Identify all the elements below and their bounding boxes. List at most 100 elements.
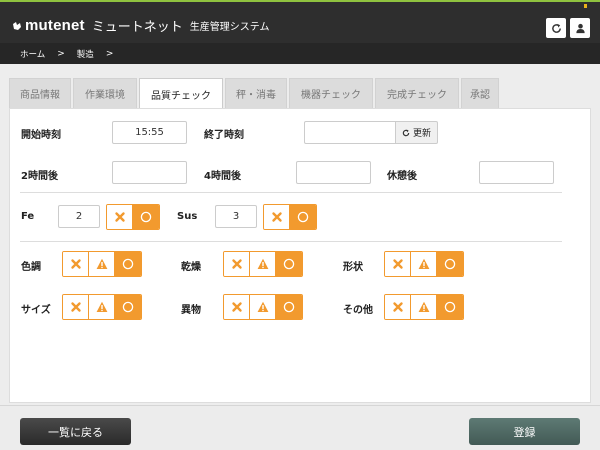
fe-check-toggle xyxy=(106,204,160,230)
check-label-color: 色調 xyxy=(21,262,41,273)
check-label-shape: 形状 xyxy=(343,262,363,273)
check-toggle-dryness xyxy=(223,251,303,277)
system-name: 生産管理システム xyxy=(189,22,270,33)
foreign-ok-button[interactable] xyxy=(276,295,302,319)
x-icon xyxy=(114,212,125,222)
circle-icon xyxy=(122,258,134,270)
circle-icon xyxy=(122,301,134,313)
fe-ng-button[interactable] xyxy=(107,205,133,229)
sus-check-toggle xyxy=(263,204,317,230)
logo-mark-icon xyxy=(13,21,21,30)
x-icon xyxy=(392,259,403,269)
size-warn-button[interactable] xyxy=(89,295,115,319)
circle-icon xyxy=(297,211,309,223)
x-icon xyxy=(70,302,81,312)
x-icon xyxy=(231,302,242,312)
warning-icon xyxy=(96,258,107,269)
tab-equipment-check[interactable]: 機器チェック xyxy=(289,78,373,108)
after-break-input[interactable] xyxy=(479,161,554,184)
sus-ng-button[interactable] xyxy=(264,205,290,229)
foreign-warn-button[interactable] xyxy=(250,295,276,319)
circle-icon xyxy=(283,258,295,270)
refresh-label: 更新 xyxy=(412,129,431,139)
reload-button[interactable] xyxy=(546,18,566,38)
fe-label: Fe xyxy=(21,211,35,222)
start-time-input[interactable]: 15:55 xyxy=(112,121,187,144)
quality-check-panel: 開始時刻 15:55 終了時刻 更新 2時間後 4時間後 休憩後 Fe 2 Su… xyxy=(9,108,591,403)
after-2h-input[interactable] xyxy=(112,161,187,184)
warning-icon xyxy=(257,258,268,269)
check-toggle-size xyxy=(62,294,142,320)
x-icon xyxy=(70,259,81,269)
after-2h-label: 2時間後 xyxy=(21,171,58,182)
refresh-button[interactable]: 更新 xyxy=(396,121,438,144)
after-break-label: 休憩後 xyxy=(387,171,417,182)
color-warn-button[interactable] xyxy=(89,252,115,276)
breadcrumb: ホーム > 製造 > xyxy=(0,43,600,64)
refresh-icon xyxy=(402,129,410,136)
logo-text: mutenet xyxy=(25,17,85,34)
sus-ok-button[interactable] xyxy=(290,205,316,229)
tab-completion-check[interactable]: 完成チェック xyxy=(375,78,459,108)
warning-icon xyxy=(96,301,107,312)
tab-quality-check[interactable]: 品質チェック xyxy=(139,78,223,109)
dryness-ng-button[interactable] xyxy=(224,252,250,276)
shape-ng-button[interactable] xyxy=(385,252,411,276)
tab-work-environment[interactable]: 作業環境 xyxy=(73,78,137,108)
other-warn-button[interactable] xyxy=(411,295,437,319)
check-toggle-foreign xyxy=(223,294,303,320)
breadcrumb-home[interactable]: ホーム xyxy=(20,48,45,60)
check-toggle-shape xyxy=(384,251,464,277)
logo: mutenet ミュートネット 生産管理システム xyxy=(12,16,269,35)
warning-icon xyxy=(418,301,429,312)
divider xyxy=(20,241,562,242)
shape-warn-button[interactable] xyxy=(411,252,437,276)
check-label-foreign: 異物 xyxy=(181,305,201,316)
circle-icon xyxy=(140,211,152,223)
end-time-label: 終了時刻 xyxy=(204,130,244,141)
check-label-size: サイズ xyxy=(21,305,51,316)
refresh-icon xyxy=(551,23,561,33)
warning-icon xyxy=(418,258,429,269)
after-4h-input[interactable] xyxy=(296,161,371,184)
tab-bar: 商品情報 作業環境 品質チェック 秤・消毒 機器チェック 完成チェック 承認 xyxy=(9,78,501,109)
x-icon xyxy=(392,302,403,312)
start-time-label: 開始時刻 xyxy=(21,130,61,141)
tab-product-info[interactable]: 商品情報 xyxy=(9,78,71,108)
dryness-warn-button[interactable] xyxy=(250,252,276,276)
end-time-input[interactable] xyxy=(304,121,396,144)
x-icon xyxy=(271,212,282,222)
check-label-dryness: 乾燥 xyxy=(181,262,201,273)
footer-bar: 一覧に戻る 登録 xyxy=(0,405,600,450)
top-bar: mutenet ミュートネット 生産管理システム xyxy=(0,0,600,43)
fe-input[interactable]: 2 xyxy=(58,205,100,228)
logo-kana: ミュートネット xyxy=(91,20,183,35)
check-toggle-color xyxy=(62,251,142,277)
fe-ok-button[interactable] xyxy=(133,205,159,229)
color-ng-button[interactable] xyxy=(63,252,89,276)
shape-ok-button[interactable] xyxy=(437,252,463,276)
color-ok-button[interactable] xyxy=(115,252,141,276)
other-ng-button[interactable] xyxy=(385,295,411,319)
divider xyxy=(20,192,562,193)
sus-label: Sus xyxy=(177,211,198,222)
register-button[interactable]: 登録 xyxy=(469,418,580,445)
size-ok-button[interactable] xyxy=(115,295,141,319)
after-4h-label: 4時間後 xyxy=(204,171,241,182)
back-to-list-button[interactable]: 一覧に戻る xyxy=(20,418,131,445)
user-button[interactable] xyxy=(570,18,590,38)
circle-icon xyxy=(444,301,456,313)
warning-icon xyxy=(257,301,268,312)
sus-input[interactable]: 3 xyxy=(215,205,257,228)
breadcrumb-manufacturing[interactable]: 製造 xyxy=(77,48,94,60)
dryness-ok-button[interactable] xyxy=(276,252,302,276)
user-icon xyxy=(575,23,585,33)
status-indicator xyxy=(584,4,587,8)
breadcrumb-separator: > xyxy=(105,48,114,59)
x-icon xyxy=(231,259,242,269)
other-ok-button[interactable] xyxy=(437,295,463,319)
foreign-ng-button[interactable] xyxy=(224,295,250,319)
tab-scale-disinfect[interactable]: 秤・消毒 xyxy=(225,78,287,108)
size-ng-button[interactable] xyxy=(63,295,89,319)
tab-approval[interactable]: 承認 xyxy=(461,78,499,108)
